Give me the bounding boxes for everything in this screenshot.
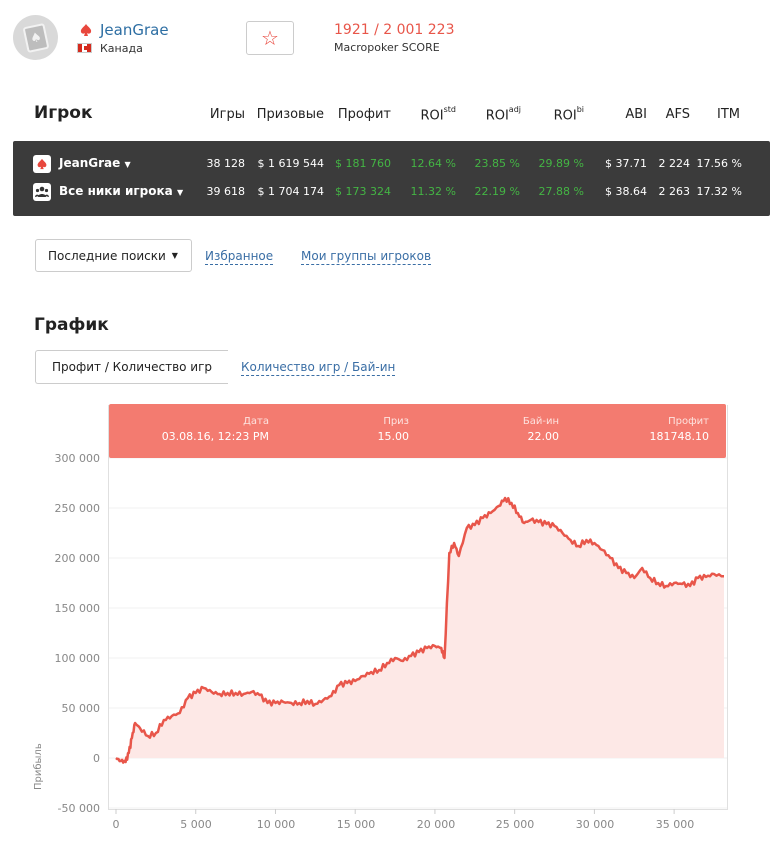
tooltip-prize-label: Приз <box>383 416 409 427</box>
tooltip-date-label: Дата <box>243 416 269 427</box>
tooltip-profit-label: Профит <box>668 416 709 427</box>
tooltip-buyin-label: Бай-ин <box>522 416 559 427</box>
tooltip-profit-value: 181748.10 <box>649 430 710 443</box>
tooltip-date-value: 03.08.16, 12:23 PM <box>161 430 269 443</box>
profit-area <box>116 498 724 763</box>
chart-tooltip: Дата 03.08.16, 12:23 PM Приз 15.00 Бай-и… <box>109 404 726 458</box>
tooltip-prize-value: 15.00 <box>377 430 410 443</box>
tooltip-buyin-value: 22.00 <box>527 430 560 443</box>
